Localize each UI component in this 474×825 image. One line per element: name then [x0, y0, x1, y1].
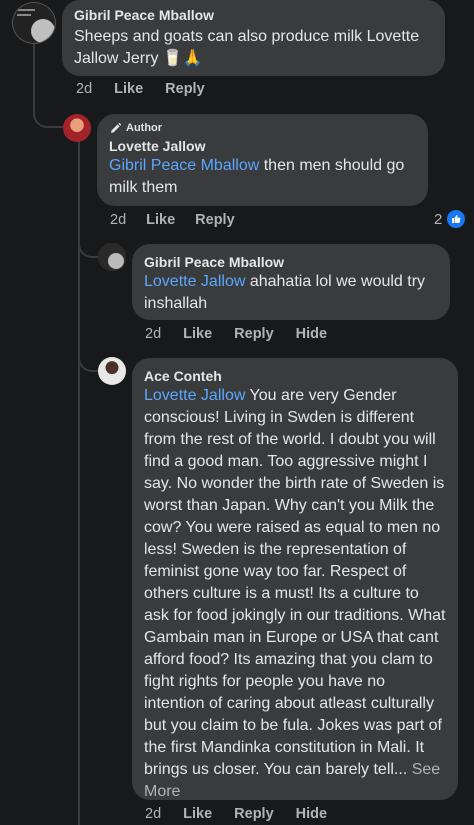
like-icon: [446, 209, 467, 229]
reply-button[interactable]: Reply: [165, 80, 205, 98]
comment-text: Lovette Jallow You are very Gender consc…: [144, 385, 446, 803]
comment-text: Sheeps and goats can also produce milk L…: [74, 28, 420, 67]
comment-actions: 2d Like Reply Hide: [145, 805, 327, 823]
like-button[interactable]: Like: [183, 325, 212, 343]
comment-author[interactable]: Lovette Jallow: [109, 137, 416, 155]
comment-actions: 2d Like Reply: [76, 80, 205, 98]
comment-bubble[interactable]: Gibril Peace Mballow Lovette Jallow ahah…: [132, 244, 450, 320]
comment-timestamp[interactable]: 2d: [76, 80, 92, 98]
mention-link[interactable]: Gibril Peace Mballow: [109, 157, 259, 174]
avatar[interactable]: [98, 243, 126, 271]
avatar[interactable]: [98, 357, 126, 385]
avatar[interactable]: [12, 2, 56, 44]
comment-actions: 2d Like Reply: [110, 211, 235, 229]
pen-icon: [111, 122, 122, 133]
reaction-summary[interactable]: 2: [434, 209, 467, 229]
comment-timestamp[interactable]: 2d: [110, 211, 126, 229]
avatar-photo-icon: [13, 3, 55, 43]
comment-bubble[interactable]: Author Lovette Jallow Gibril Peace Mball…: [97, 114, 428, 206]
thread-line-main: [33, 44, 35, 108]
hide-button[interactable]: Hide: [296, 805, 327, 823]
comment-actions: 2d Like Reply Hide: [145, 325, 327, 343]
thumbs-up-icon: [452, 215, 461, 223]
comment-timestamp[interactable]: 2d: [145, 805, 161, 823]
reply-button[interactable]: Reply: [234, 325, 274, 343]
hide-button[interactable]: Hide: [296, 325, 327, 343]
like-button[interactable]: Like: [183, 805, 212, 823]
like-button[interactable]: Like: [114, 80, 143, 98]
comment-author[interactable]: Ace Conteh: [144, 367, 446, 385]
reaction-count: 2: [434, 210, 443, 228]
comment-bubble[interactable]: Ace Conteh Lovette Jallow You are very G…: [132, 358, 458, 800]
author-badge-label: Author: [126, 122, 163, 134]
author-badge: Author: [109, 121, 416, 135]
mention-link[interactable]: Lovette Jallow: [144, 273, 245, 290]
comment-body: You are very Gender conscious! Living in…: [144, 387, 446, 778]
comment-bubble[interactable]: Gibril Peace Mballow Sheeps and goats ca…: [62, 0, 445, 76]
comment-author[interactable]: Gibril Peace Mballow: [144, 253, 438, 271]
reply-button[interactable]: Reply: [195, 211, 235, 229]
reply-button[interactable]: Reply: [234, 805, 274, 823]
avatar[interactable]: [63, 114, 91, 142]
comment-text: Gibril Peace Mballow then men should go …: [109, 155, 416, 199]
thread-curve-nested-2: [78, 350, 98, 372]
avatar-photo-icon: [98, 243, 126, 271]
thread-curve-nested-1: [78, 236, 98, 258]
comment-author[interactable]: Gibril Peace Mballow: [74, 6, 433, 24]
mention-link[interactable]: Lovette Jallow: [144, 387, 245, 404]
comment-text: Lovette Jallow ahahatia lol we would try…: [144, 271, 438, 315]
like-button[interactable]: Like: [146, 211, 175, 229]
thread-curve-reply: [33, 104, 63, 128]
comment-timestamp[interactable]: 2d: [145, 325, 161, 343]
